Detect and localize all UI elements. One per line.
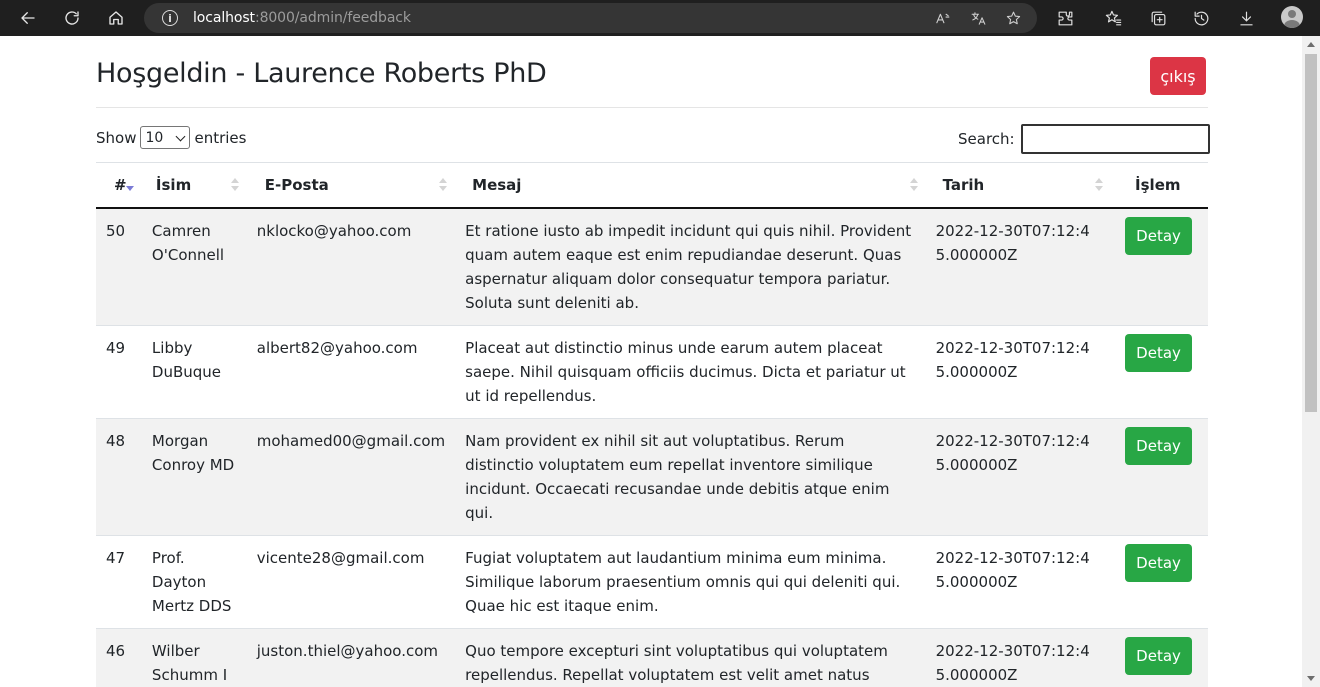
logout-button[interactable]: çıkış: [1150, 57, 1206, 95]
translate-icon[interactable]: [969, 9, 987, 27]
detay-button[interactable]: Detay: [1125, 333, 1193, 372]
cell-email: albert82@yahoo.com: [246, 324, 456, 418]
cell-date: 2022-12-30T07:12:45.000000Z: [925, 417, 1112, 535]
column-header-name[interactable]: İsim: [141, 162, 247, 209]
favorites-icon[interactable]: [1102, 7, 1124, 29]
cell-id: 49: [96, 324, 142, 418]
column-header-label: Tarih: [942, 175, 985, 194]
cell-name: Camren O'Connell: [141, 207, 247, 325]
sort-icon: [230, 178, 239, 194]
cell-name: Wilber Schumm I: [141, 627, 247, 687]
table-row: 47 Prof. Dayton Mertz DDS vicente28@gmail.…: [96, 534, 1208, 628]
read-aloud-icon[interactable]: [933, 9, 951, 27]
info-icon[interactable]: i: [162, 10, 178, 26]
page-scrollbar[interactable]: [1302, 36, 1320, 687]
column-header-label: #: [114, 175, 127, 194]
cell-action: Detay: [1111, 627, 1208, 687]
url-host: localhost: [193, 10, 255, 26]
cell-date: 2022-12-30T07:12:45.000000Z: [925, 207, 1112, 325]
cell-date: 2022-12-30T07:12:45.000000Z: [925, 627, 1112, 687]
table-row: 46 Wilber Schumm Ijuston.thiel@yahoo.com Q…: [96, 627, 1208, 687]
table-header-row: # İsim E-Posta Mesaj Tarih İşlem: [96, 162, 1208, 209]
search-control: Search:: [958, 124, 1210, 154]
page-title: Hoşgeldin - Laurence Roberts PhD: [96, 58, 547, 89]
cell-message: Quo tempore excepturi sint voluptatibus …: [455, 627, 926, 687]
favorite-add-icon[interactable]: [1004, 9, 1022, 27]
table-row: 50 Camren O'Connell nklocko@yahoo.com Et ra…: [96, 207, 1208, 325]
chevron-down-icon: [176, 131, 186, 142]
cell-id: 46: [96, 627, 142, 687]
sort-icon: [1095, 178, 1104, 194]
cell-message: Nam provident ex nihil sit aut voluptati…: [455, 417, 926, 535]
feedback-table: # İsim E-Posta Mesaj Tarih İşlem 50 Camre…: [96, 162, 1208, 687]
cell-email: nklocko@yahoo.com: [246, 207, 456, 325]
cell-id: 50: [96, 207, 142, 325]
page-size-value: 10: [145, 129, 164, 146]
cell-action: Detay: [1111, 207, 1208, 325]
history-icon[interactable]: [1190, 7, 1212, 29]
scrollbar-thumb[interactable]: [1305, 54, 1317, 412]
back-icon[interactable]: [16, 6, 40, 30]
cell-action: Detay: [1111, 534, 1208, 628]
collections-icon[interactable]: [1147, 7, 1169, 29]
table-row: 49 Libby DuBuque albert82@yahoo.com Placeat…: [96, 324, 1208, 418]
home-icon[interactable]: [104, 6, 128, 30]
column-header-label: Mesaj: [472, 175, 522, 194]
cell-name: Libby DuBuque: [141, 324, 247, 418]
column-header-action: İşlem: [1111, 162, 1208, 209]
sort-icon: [909, 178, 918, 194]
cell-name: Prof. Dayton Mertz DDS: [141, 534, 247, 628]
detay-button[interactable]: Detay: [1125, 543, 1193, 582]
cell-name: Morgan Conroy MD: [141, 417, 247, 535]
cell-date: 2022-12-30T07:12:45.000000Z: [925, 324, 1112, 418]
scroll-down-icon[interactable]: [1307, 676, 1315, 681]
detay-button[interactable]: Detay: [1125, 636, 1193, 675]
column-header-label: E-Posta: [264, 175, 329, 194]
reload-icon[interactable]: [60, 6, 84, 30]
cell-message: Placeat aut distinctio minus unde earum …: [455, 324, 926, 418]
detay-button[interactable]: Detay: [1125, 426, 1193, 465]
table-row: 48 Morgan Conroy MD mohamed00@gmail.com Nam…: [96, 417, 1208, 535]
cell-email: mohamed00@gmail.com: [246, 417, 456, 535]
browser-toolbar: i localhost:8000/admin/feedback: [0, 0, 1320, 36]
column-header-date[interactable]: Tarih: [925, 162, 1112, 209]
column-header-message[interactable]: Mesaj: [455, 162, 926, 209]
column-header-label: İsim: [155, 175, 192, 194]
cell-date: 2022-12-30T07:12:45.000000Z: [925, 534, 1112, 628]
header-divider: [96, 107, 1208, 108]
show-label: Show: [96, 128, 137, 147]
column-header-label: İşlem: [1135, 175, 1181, 194]
cell-action: Detay: [1111, 417, 1208, 535]
sort-desc-icon: [125, 178, 134, 194]
column-header-id[interactable]: #: [96, 162, 142, 209]
column-header-email[interactable]: E-Posta: [246, 162, 456, 209]
address-bar[interactable]: i localhost:8000/admin/feedback: [144, 3, 1037, 33]
entries-length-control: Show 10 entries: [96, 126, 246, 149]
sort-icon: [439, 178, 448, 194]
cell-id: 47: [96, 534, 142, 628]
downloads-icon[interactable]: [1235, 7, 1257, 29]
extensions-icon[interactable]: [1054, 7, 1076, 29]
cell-email: juston.thiel@yahoo.com: [246, 627, 456, 687]
cell-message: Fugiat voluptatem aut laudantium minima …: [455, 534, 926, 628]
search-label: Search:: [958, 130, 1015, 148]
cell-email: vicente28@gmail.com: [246, 534, 456, 628]
profile-avatar[interactable]: [1281, 6, 1303, 28]
entries-label: entries: [194, 128, 247, 147]
url-text[interactable]: localhost:8000/admin/feedback: [193, 10, 411, 26]
scroll-up-icon[interactable]: [1307, 42, 1315, 47]
detay-button[interactable]: Detay: [1125, 216, 1193, 255]
search-input[interactable]: [1020, 124, 1210, 154]
page-size-select[interactable]: 10: [140, 126, 191, 149]
cell-message: Et ratione iusto ab impedit incidunt qui…: [455, 207, 926, 325]
url-path: :8000/admin/feedback: [254, 10, 411, 26]
cell-action: Detay: [1111, 324, 1208, 418]
cell-id: 48: [96, 417, 142, 535]
